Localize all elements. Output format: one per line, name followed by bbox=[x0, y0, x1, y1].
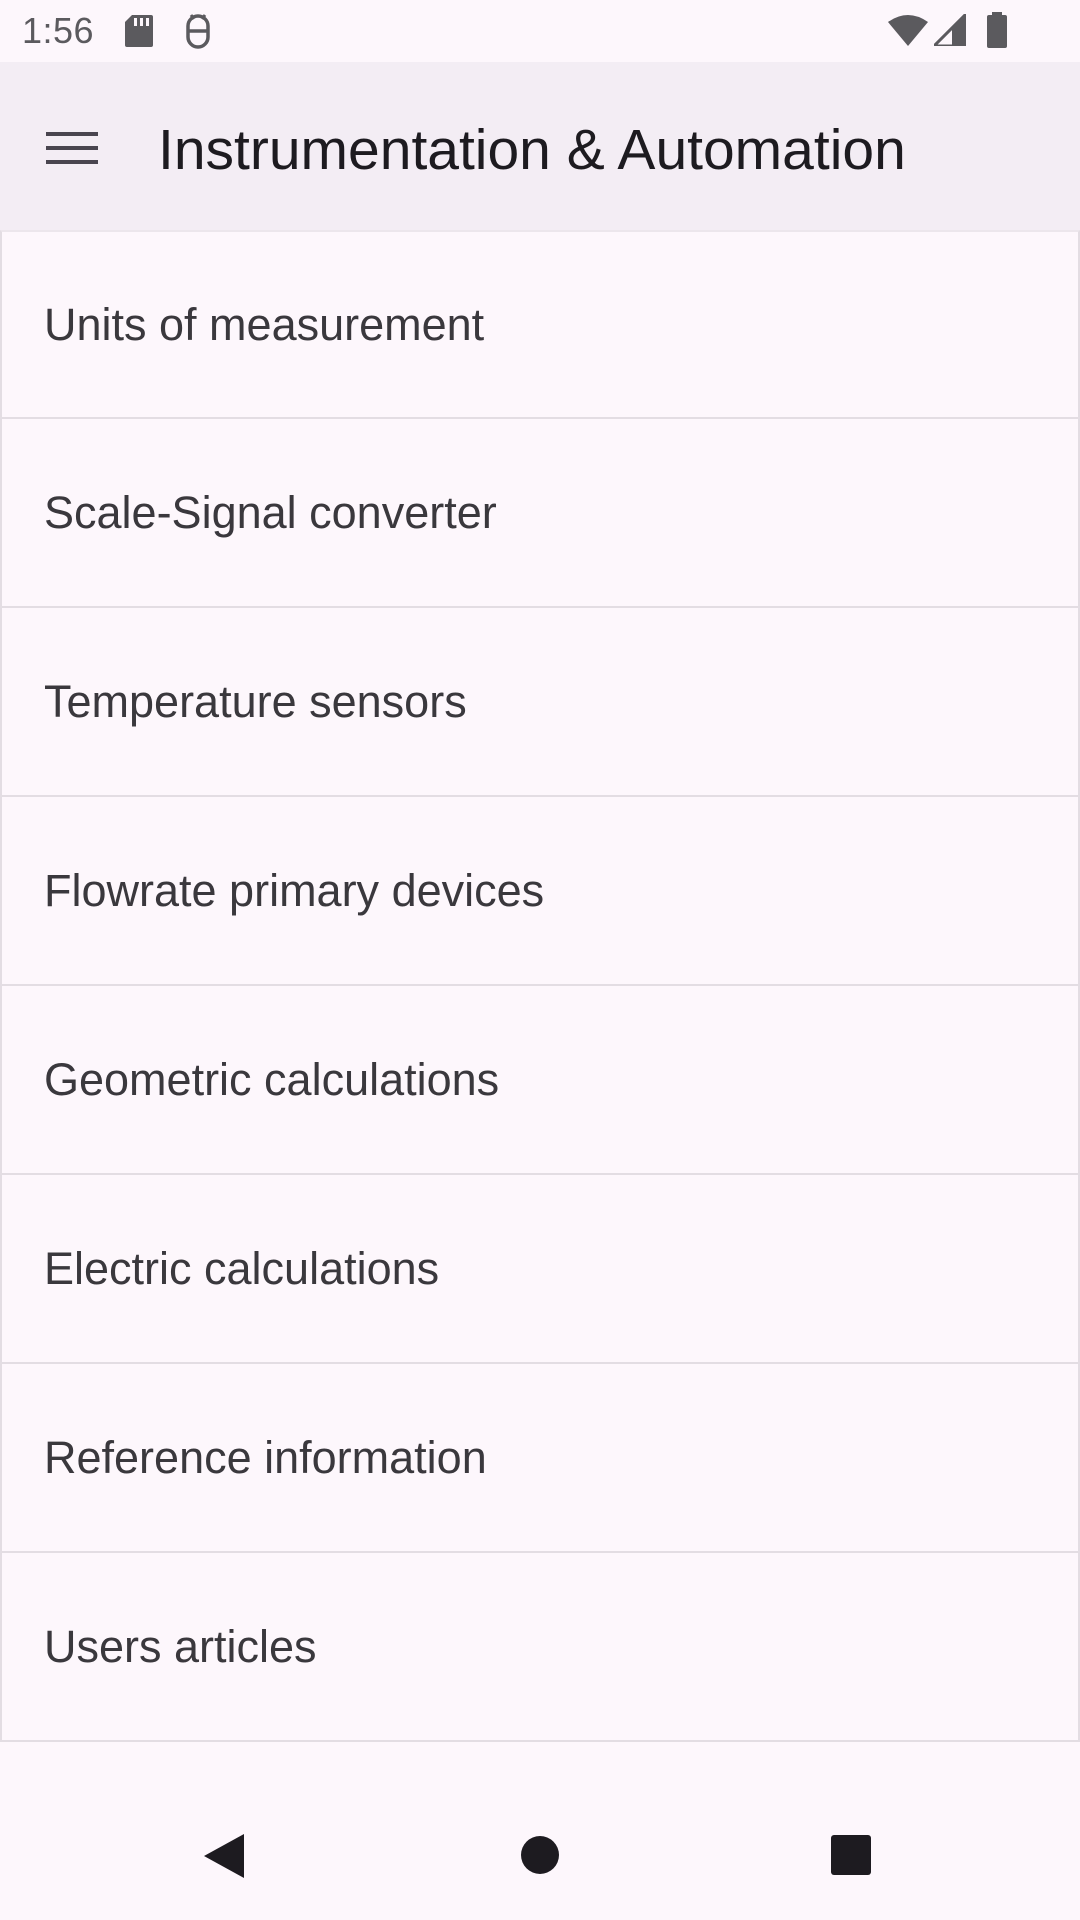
list-item-scale-signal-converter[interactable]: Scale-Signal converter bbox=[0, 419, 1080, 608]
cell-signal-icon bbox=[930, 10, 968, 51]
recents-icon[interactable] bbox=[831, 1835, 871, 1880]
list-item-users-articles[interactable]: Users articles bbox=[0, 1553, 1080, 1742]
list-item-units-of-measurement[interactable]: Units of measurement bbox=[0, 230, 1080, 419]
status-time: 1:56 bbox=[22, 10, 95, 51]
list-item-electric-calculations[interactable]: Electric calculations bbox=[0, 1175, 1080, 1364]
list-item-label: Users articles bbox=[44, 1620, 317, 1672]
battery-icon bbox=[986, 12, 1008, 53]
system-nav-bar bbox=[0, 1790, 1080, 1920]
hamburger-menu-icon bbox=[46, 130, 98, 171]
menu-button[interactable] bbox=[30, 108, 114, 192]
list-item-reference-information[interactable]: Reference information bbox=[0, 1364, 1080, 1553]
list-item-label: Scale-Signal converter bbox=[44, 486, 497, 538]
list-item-temperature-sensors[interactable]: Temperature sensors bbox=[0, 608, 1080, 797]
list-item-label: Geometric calculations bbox=[44, 1053, 500, 1105]
list-item-label: Reference information bbox=[44, 1431, 487, 1483]
home-icon[interactable] bbox=[520, 1835, 560, 1880]
back-icon[interactable] bbox=[200, 1832, 246, 1885]
status-bar: 1:56 bbox=[0, 0, 1080, 62]
list-item-label: Electric calculations bbox=[44, 1242, 440, 1294]
list-item-geometric-calculations[interactable]: Geometric calculations bbox=[0, 986, 1080, 1175]
app-title: Instrumentation & Automation bbox=[158, 118, 906, 182]
sd-card-icon bbox=[124, 14, 154, 53]
list-item-label: Flowrate primary devices bbox=[44, 864, 545, 916]
list-item-label: Temperature sensors bbox=[44, 675, 467, 727]
wifi-icon bbox=[888, 14, 928, 51]
list-item-label: Units of measurement bbox=[44, 298, 485, 350]
app-bar: Instrumentation & Automation bbox=[0, 62, 1080, 230]
debug-icon bbox=[183, 13, 213, 54]
menu-list: Units of measurement Scale-Signal conver… bbox=[0, 230, 1080, 1742]
list-item-flowrate-primary-devices[interactable]: Flowrate primary devices bbox=[0, 797, 1080, 986]
